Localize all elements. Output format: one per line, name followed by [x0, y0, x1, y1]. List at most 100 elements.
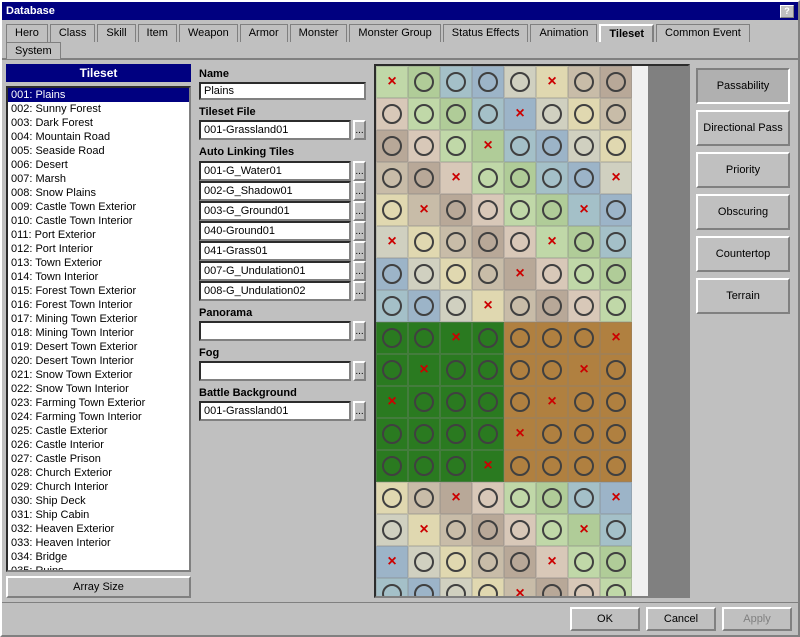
list-item[interactable]: 024: Farming Town Interior — [8, 410, 189, 424]
tile-cell[interactable] — [568, 162, 600, 194]
list-item[interactable]: 011: Port Exterior — [8, 228, 189, 242]
auto-link-input[interactable] — [199, 281, 351, 301]
tile-cell[interactable]: × — [504, 578, 536, 596]
tile-cell[interactable] — [472, 66, 504, 98]
list-item[interactable]: 013: Town Exterior — [8, 256, 189, 270]
tile-cell[interactable] — [440, 418, 472, 450]
tile-cell[interactable] — [536, 194, 568, 226]
tile-cell[interactable] — [472, 354, 504, 386]
tile-cell[interactable] — [536, 162, 568, 194]
tile-cell[interactable] — [568, 130, 600, 162]
tile-cell[interactable] — [504, 322, 536, 354]
auto-link-input[interactable] — [199, 161, 351, 181]
tile-cell[interactable] — [440, 354, 472, 386]
tile-cell[interactable] — [568, 418, 600, 450]
tile-cell[interactable] — [440, 450, 472, 482]
tile-cell[interactable] — [600, 546, 632, 578]
list-item[interactable]: 016: Forest Town Interior — [8, 298, 189, 312]
tile-cell[interactable]: × — [376, 386, 408, 418]
tile-cell[interactable] — [600, 226, 632, 258]
auto-link-input[interactable] — [199, 181, 351, 201]
tile-cell[interactable]: × — [440, 322, 472, 354]
tile-cell[interactable] — [568, 290, 600, 322]
tile-cell[interactable] — [536, 482, 568, 514]
tile-cell[interactable]: × — [472, 450, 504, 482]
tile-cell[interactable] — [376, 162, 408, 194]
tile-cell[interactable] — [600, 130, 632, 162]
tile-cell[interactable] — [536, 98, 568, 130]
tile-cell[interactable] — [408, 482, 440, 514]
list-item[interactable]: 009: Castle Town Exterior — [8, 200, 189, 214]
fog-browse[interactable]: ... — [353, 361, 366, 381]
list-item[interactable]: 023: Farming Town Exterior — [8, 396, 189, 410]
tile-cell[interactable] — [440, 130, 472, 162]
list-item[interactable]: 002: Sunny Forest — [8, 102, 189, 116]
list-item[interactable]: 026: Castle Interior — [8, 438, 189, 452]
tile-cell[interactable] — [504, 354, 536, 386]
tile-cell[interactable] — [536, 322, 568, 354]
list-item[interactable]: 028: Church Exterior — [8, 466, 189, 480]
tile-cell[interactable] — [408, 386, 440, 418]
tile-cell[interactable] — [600, 450, 632, 482]
tile-cell[interactable] — [568, 98, 600, 130]
array-size-button[interactable]: Array Size — [6, 576, 191, 598]
tab-tileset[interactable]: Tileset — [599, 24, 654, 42]
tile-cell[interactable] — [376, 290, 408, 322]
tile-cell[interactable] — [376, 418, 408, 450]
apply-button[interactable]: Apply — [722, 607, 792, 631]
tile-cell[interactable] — [408, 322, 440, 354]
list-item[interactable]: 019: Desert Town Exterior — [8, 340, 189, 354]
tile-cell[interactable] — [408, 162, 440, 194]
list-item[interactable]: 032: Heaven Exterior — [8, 522, 189, 536]
tile-cell[interactable] — [568, 482, 600, 514]
tile-cell[interactable] — [536, 450, 568, 482]
tab-class[interactable]: Class — [50, 24, 96, 42]
list-item[interactable]: 008: Snow Plains — [8, 186, 189, 200]
battle-bg-browse[interactable]: ... — [353, 401, 366, 421]
tile-cell[interactable] — [472, 418, 504, 450]
auto-link-browse[interactable]: ... — [353, 261, 366, 281]
tile-cell[interactable] — [600, 258, 632, 290]
tile-cell[interactable] — [440, 578, 472, 596]
tab-weapon[interactable]: Weapon — [179, 24, 238, 42]
tile-cell[interactable]: × — [472, 290, 504, 322]
tile-cell[interactable] — [504, 290, 536, 322]
right-btn-countertop[interactable]: Countertop — [696, 236, 790, 272]
tile-cell[interactable] — [408, 130, 440, 162]
tab-common-event[interactable]: Common Event — [656, 24, 750, 42]
tab-monster[interactable]: Monster — [290, 24, 348, 42]
help-button[interactable]: ? — [780, 5, 794, 18]
list-item[interactable]: 001: Plains — [8, 88, 189, 102]
tile-cell[interactable]: × — [408, 514, 440, 546]
tile-cell[interactable] — [504, 66, 536, 98]
tile-cell[interactable] — [472, 514, 504, 546]
tile-cell[interactable]: × — [568, 514, 600, 546]
cancel-button[interactable]: Cancel — [646, 607, 716, 631]
tile-cell[interactable] — [440, 226, 472, 258]
list-item[interactable]: 012: Port Interior — [8, 242, 189, 256]
tab-item[interactable]: Item — [138, 24, 177, 42]
tile-cell[interactable] — [600, 290, 632, 322]
tile-cell[interactable] — [440, 258, 472, 290]
tile-cell[interactable] — [472, 258, 504, 290]
tile-cell[interactable] — [504, 386, 536, 418]
tileset-list[interactable]: 001: Plains002: Sunny Forest003: Dark Fo… — [6, 86, 191, 572]
tile-cell[interactable]: × — [376, 546, 408, 578]
tile-cell[interactable] — [440, 546, 472, 578]
right-btn-directional-pass[interactable]: Directional Pass — [696, 110, 790, 146]
list-item[interactable]: 017: Mining Town Exterior — [8, 312, 189, 326]
tile-cell[interactable]: × — [440, 162, 472, 194]
list-item[interactable]: 005: Seaside Road — [8, 144, 189, 158]
tile-cell[interactable] — [504, 546, 536, 578]
tile-cell[interactable] — [472, 482, 504, 514]
tile-cell[interactable] — [568, 546, 600, 578]
tile-cell[interactable]: × — [376, 66, 408, 98]
list-item[interactable]: 022: Snow Town Interior — [8, 382, 189, 396]
tile-cell[interactable] — [472, 546, 504, 578]
tile-cell[interactable]: × — [568, 354, 600, 386]
tile-cell[interactable] — [472, 386, 504, 418]
tile-cell[interactable] — [504, 162, 536, 194]
auto-link-browse[interactable]: ... — [353, 161, 366, 181]
tile-cell[interactable] — [568, 450, 600, 482]
list-item[interactable]: 007: Marsh — [8, 172, 189, 186]
